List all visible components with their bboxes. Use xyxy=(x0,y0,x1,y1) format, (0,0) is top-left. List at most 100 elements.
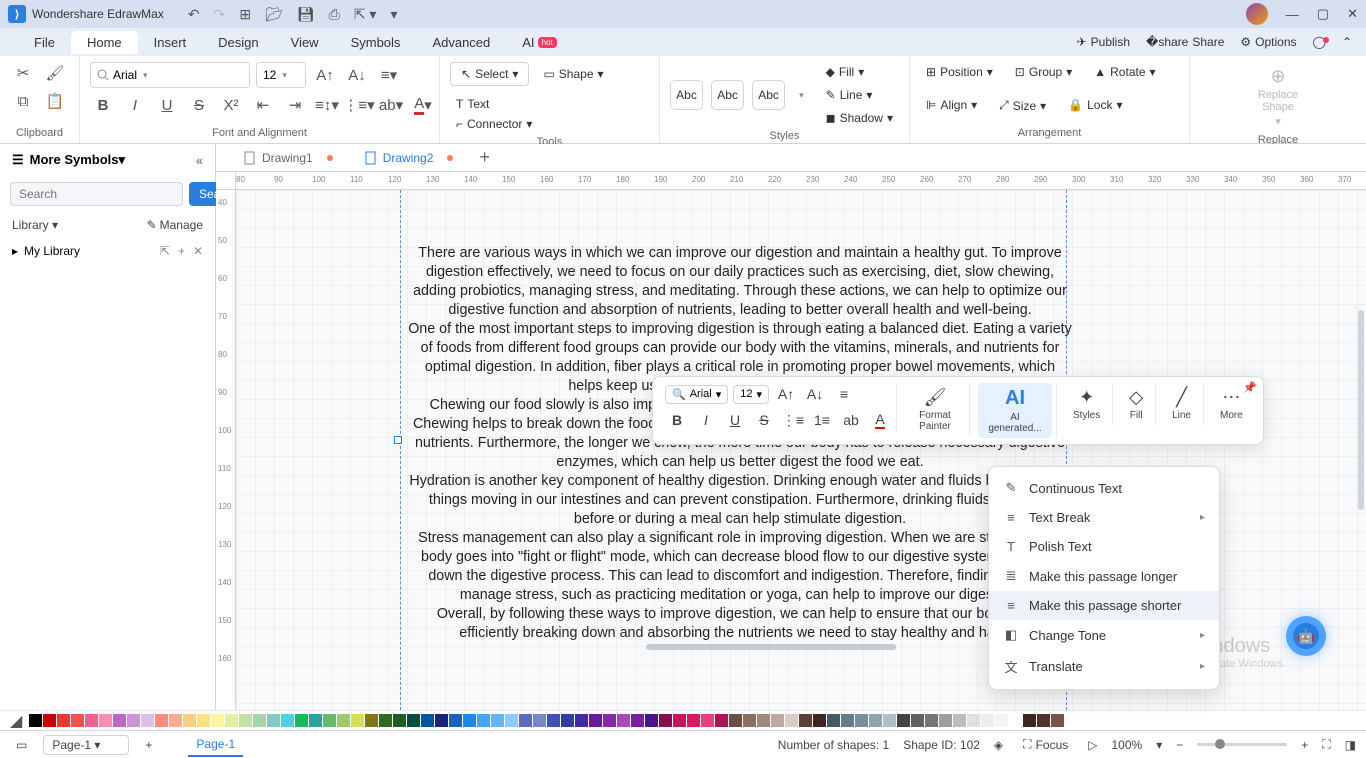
color-swatch[interactable] xyxy=(953,714,966,727)
color-swatch[interactable] xyxy=(631,714,644,727)
menu-design[interactable]: Design xyxy=(202,31,274,54)
indent-left-icon[interactable]: ⇤ xyxy=(250,94,276,116)
color-swatch[interactable] xyxy=(463,714,476,727)
minimize-icon[interactable]: — xyxy=(1286,7,1299,22)
color-swatch[interactable] xyxy=(673,714,686,727)
share-button[interactable]: �share Share xyxy=(1146,35,1224,49)
color-swatch[interactable] xyxy=(589,714,602,727)
page-layout-icon[interactable]: ▭ xyxy=(10,736,33,754)
menu-advanced[interactable]: Advanced xyxy=(416,31,506,54)
color-swatch[interactable] xyxy=(701,714,714,727)
color-swatch[interactable] xyxy=(155,714,168,727)
highlight-icon[interactable]: ab▾ xyxy=(378,94,404,116)
float-fontcolor-icon[interactable]: A xyxy=(868,409,892,431)
color-swatch[interactable] xyxy=(757,714,770,727)
color-swatch[interactable] xyxy=(743,714,756,727)
color-swatch[interactable] xyxy=(281,714,294,727)
manage-button[interactable]: ✎ Manage xyxy=(147,218,203,232)
superscript-icon[interactable]: X² xyxy=(218,94,244,116)
copy-icon[interactable]: ⧉ xyxy=(10,90,36,112)
selection-handle-left[interactable] xyxy=(394,436,402,444)
color-swatch[interactable] xyxy=(113,714,126,727)
menu-symbols[interactable]: Symbols xyxy=(335,31,417,54)
eyedropper-icon[interactable]: ◢ xyxy=(10,711,22,731)
color-swatch[interactable] xyxy=(715,714,728,727)
float-font-select[interactable]: 🔍 Arial ▾ xyxy=(665,385,728,404)
color-swatch[interactable] xyxy=(29,714,42,727)
color-swatch[interactable] xyxy=(729,714,742,727)
menu-continuous-text[interactable]: ✎Continuous Text xyxy=(989,473,1219,503)
color-swatch[interactable] xyxy=(57,714,70,727)
add-tab-icon[interactable]: + xyxy=(471,147,498,168)
library-close-icon[interactable]: ✕ xyxy=(193,244,203,258)
zoom-value[interactable]: 100% xyxy=(1111,738,1142,752)
qat-more-icon[interactable]: ▾ xyxy=(390,6,397,23)
color-swatch[interactable] xyxy=(841,714,854,727)
color-swatch[interactable] xyxy=(1051,714,1064,727)
rotate-button[interactable]: ▲ Rotate▾ xyxy=(1088,62,1161,82)
select-tool[interactable]: ↖ Select ▾ xyxy=(450,62,529,86)
symbol-search-input[interactable] xyxy=(10,182,183,206)
my-library-item[interactable]: My Library xyxy=(24,244,80,258)
menu-longer[interactable]: ≣Make this passage longer xyxy=(989,561,1219,591)
ribbon-collapse-icon[interactable]: ⌃ xyxy=(1342,35,1352,49)
color-swatch[interactable] xyxy=(309,714,322,727)
library-add-icon[interactable]: + xyxy=(178,244,185,258)
color-swatch[interactable] xyxy=(99,714,112,727)
float-underline-icon[interactable]: U xyxy=(723,409,747,431)
menu-home[interactable]: Home xyxy=(71,31,138,54)
paste-icon[interactable]: 📋 xyxy=(42,90,68,112)
font-color-icon[interactable]: A▾ xyxy=(410,94,436,116)
color-swatch[interactable] xyxy=(659,714,672,727)
color-swatch[interactable] xyxy=(1023,714,1036,727)
color-swatch[interactable] xyxy=(295,714,308,727)
color-swatch[interactable] xyxy=(645,714,658,727)
color-swatch[interactable] xyxy=(981,714,994,727)
user-avatar[interactable] xyxy=(1246,3,1268,25)
float-highlight-icon[interactable]: ab xyxy=(839,409,863,431)
decrease-font-icon[interactable]: A↓ xyxy=(344,64,370,86)
color-swatch[interactable] xyxy=(211,714,224,727)
color-swatch[interactable] xyxy=(897,714,910,727)
float-ai-button[interactable]: AIAI generated... xyxy=(978,383,1052,438)
indent-right-icon[interactable]: ⇥ xyxy=(282,94,308,116)
color-swatch[interactable] xyxy=(43,714,56,727)
menu-change-tone[interactable]: ◧Change Tone▸ xyxy=(989,620,1219,650)
color-swatch[interactable] xyxy=(785,714,798,727)
lock-button[interactable]: 🔒 Lock▾ xyxy=(1062,95,1128,115)
bullets-icon[interactable]: ⋮≡▾ xyxy=(346,94,372,116)
tab-drawing2[interactable]: Drawing2 xyxy=(351,147,468,169)
float-italic-icon[interactable]: I xyxy=(694,409,718,431)
color-swatch[interactable] xyxy=(239,714,252,727)
zoom-slider[interactable] xyxy=(1197,743,1287,746)
print-icon[interactable]: ⎙ xyxy=(329,6,340,23)
float-increase-font-icon[interactable]: A↑ xyxy=(774,383,798,405)
add-page-icon[interactable]: + xyxy=(139,736,158,754)
float-fill[interactable]: ◇Fill xyxy=(1121,383,1151,425)
menu-view[interactable]: View xyxy=(275,31,335,54)
open-icon[interactable]: 📂︎ xyxy=(265,6,283,23)
color-swatch[interactable] xyxy=(337,714,350,727)
float-size-select[interactable]: 12 ▾ xyxy=(733,385,769,404)
publish-button[interactable]: ✈ Publish xyxy=(1077,35,1130,49)
color-swatch[interactable] xyxy=(869,714,882,727)
menu-translate[interactable]: 文Translate▸ xyxy=(989,650,1219,683)
color-swatch[interactable] xyxy=(323,714,336,727)
float-strike-icon[interactable]: S xyxy=(752,409,776,431)
color-swatch[interactable] xyxy=(561,714,574,727)
position-button[interactable]: ⊞ Position▾ xyxy=(920,62,999,82)
float-decrease-font-icon[interactable]: A↓ xyxy=(803,383,827,405)
color-swatch[interactable] xyxy=(491,714,504,727)
color-swatch[interactable] xyxy=(771,714,784,727)
float-bullets-icon[interactable]: ⋮≡ xyxy=(781,409,805,431)
color-swatch[interactable] xyxy=(85,714,98,727)
color-swatch[interactable] xyxy=(127,714,140,727)
library-dropdown[interactable]: Library ▾ xyxy=(12,218,58,232)
color-swatch[interactable] xyxy=(855,714,868,727)
color-swatch[interactable] xyxy=(183,714,196,727)
ai-assistant-fab[interactable]: 🤖 xyxy=(1286,616,1326,656)
text-tool[interactable]: T Text xyxy=(450,94,538,114)
color-swatch[interactable] xyxy=(519,714,532,727)
menu-ai[interactable]: AIhot xyxy=(506,31,572,54)
menu-polish-text[interactable]: TPolish Text xyxy=(989,532,1219,561)
